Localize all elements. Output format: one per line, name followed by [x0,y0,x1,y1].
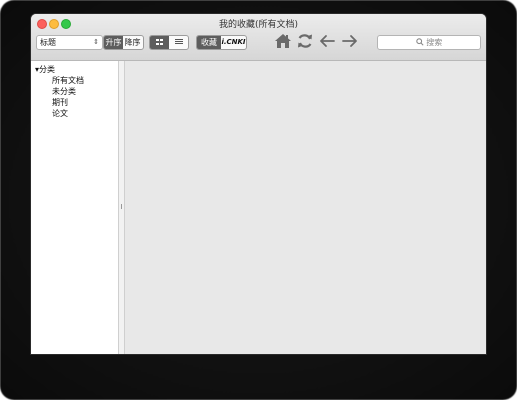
back-arrow-icon[interactable] [318,32,336,50]
window-title: 我的收藏(所有文档) [218,20,299,30]
sidebar-item-uncategorized[interactable]: 未分类 [52,87,76,98]
sidebar-item-all-documents[interactable]: 所有文档 [52,76,84,87]
source-segment: 收藏 i.CNKI [196,35,247,50]
tree-root-category[interactable]: ▾分类 [35,65,55,76]
toolbar: 我的收藏(所有文档) 标题 ⇕ 升序 降序 收藏 i.CNKI 搜索 [31,14,486,61]
sidebar-item-journals[interactable]: 期刊 [52,98,68,109]
sort-field-select[interactable]: 标题 ⇕ [36,35,103,50]
search-placeholder: 搜索 [426,38,443,47]
grid-view-icon [156,39,163,45]
sort-field-value: 标题 [40,38,56,47]
document-content-area [125,61,486,354]
home-icon[interactable] [274,32,292,50]
divider-grip-icon [121,204,122,209]
app-window: 我的收藏(所有文档) 标题 ⇕ 升序 降序 收藏 i.CNKI 搜索 ▾分类 所… [31,14,486,354]
descending-button[interactable]: 降序 [123,36,142,49]
updown-chevron-icon: ⇕ [93,38,99,46]
sort-order-segment: 升序 降序 [103,35,144,50]
list-view-button[interactable] [169,36,188,49]
category-sidebar: ▾分类 所有文档 未分类 期刊 论文 [31,61,119,354]
tree-root-label: 分类 [39,65,56,74]
ascending-button[interactable]: 升序 [104,36,123,49]
icnki-tab[interactable]: i.CNKI [221,36,246,49]
collect-tab[interactable]: 收藏 [197,36,221,49]
refresh-icon[interactable] [296,32,314,50]
view-mode-segment [149,35,189,50]
search-field[interactable]: 搜索 [377,35,481,50]
grid-view-button[interactable] [150,36,169,49]
forward-arrow-icon[interactable] [341,32,359,50]
search-icon [415,38,424,46]
sidebar-item-theses[interactable]: 论文 [52,109,68,120]
list-view-icon [174,39,183,45]
